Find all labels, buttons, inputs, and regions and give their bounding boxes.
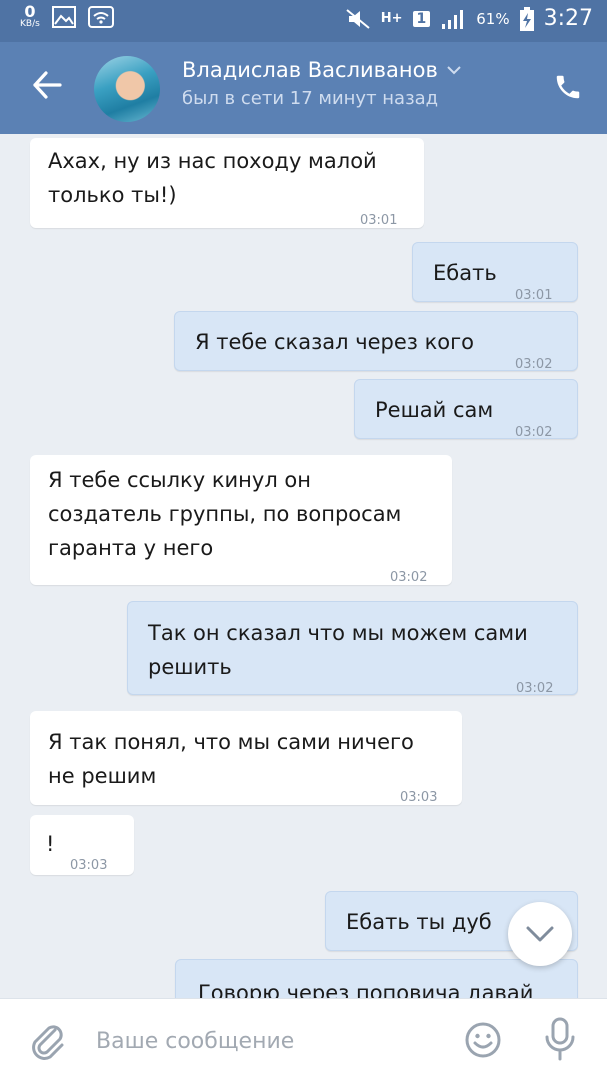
message-text: Я так понял, что мы сами ничего не решим — [48, 730, 414, 788]
message-text: Так он сказал что мы можем сами решить — [148, 621, 528, 679]
network-speed: 0 KB/s — [20, 4, 40, 29]
message-time: 03:03 — [400, 790, 438, 805]
message-incoming[interactable]: Ахах, ну из нас походу малой только ты!)… — [30, 138, 424, 228]
message-outgoing[interactable]: Решай сам 03:02 — [354, 379, 578, 440]
message-incoming[interactable]: Я тебе ссылку кинул он создатель группы,… — [30, 455, 452, 585]
message-outgoing[interactable]: Говорю через поповича давай — [175, 959, 578, 998]
message-input[interactable] — [96, 1023, 426, 1059]
message-incoming[interactable]: ! 03:03 — [30, 815, 134, 875]
message-outgoing[interactable]: Ебать 03:01 — [412, 242, 578, 303]
smiley-icon[interactable] — [464, 1021, 502, 1059]
message-list[interactable]: Ахах, ну из нас походу малой только ты!)… — [0, 134, 607, 998]
paperclip-icon[interactable] — [28, 1021, 68, 1061]
chevron-down-icon — [526, 926, 554, 942]
clock: 3:27 — [543, 6, 593, 31]
message-time: 03:02 — [516, 681, 554, 696]
message-composer — [0, 998, 607, 1080]
message-text: Ебать — [433, 261, 497, 285]
message-incoming[interactable]: Я так понял, что мы сами ничего не решим… — [30, 711, 462, 805]
message-text: Я тебе ссылку кинул он создатель группы,… — [48, 468, 402, 560]
message-time: 03:01 — [515, 288, 553, 303]
chat-header: Владислав Васливанов был в сети 17 минут… — [0, 42, 607, 134]
mute-icon — [346, 8, 370, 29]
chevron-down-icon — [447, 66, 461, 75]
last-seen-status: был в сети 17 минут назад — [182, 88, 439, 109]
message-text: Говорю через поповича давай — [198, 981, 534, 998]
message-time: 03:02 — [515, 357, 553, 372]
battery-charging-icon — [519, 6, 534, 31]
message-time: 03:03 — [70, 858, 108, 873]
message-outgoing[interactable]: Так он сказал что мы можем сами решить 0… — [127, 601, 578, 696]
battery-percent: 61% — [476, 9, 510, 28]
message-time: 03:01 — [360, 213, 398, 228]
sim-badge: 1 — [412, 10, 431, 27]
network-type: H+ — [380, 11, 403, 26]
phone-icon[interactable] — [553, 72, 583, 102]
signal-icon — [442, 9, 464, 29]
arrow-left-icon[interactable] — [30, 68, 64, 102]
message-text: Ахах, ну из нас походу малой только ты!) — [48, 149, 377, 207]
speed-value: 0 — [24, 2, 36, 21]
chat-title[interactable]: Владислав Васливанов был в сети 17 минут… — [182, 58, 462, 109]
avatar[interactable] — [94, 56, 160, 122]
message-outgoing[interactable]: Я тебе сказал через кого 03:02 — [174, 311, 578, 372]
scroll-down-button[interactable] — [508, 902, 572, 966]
microphone-icon[interactable] — [542, 1017, 578, 1061]
message-time: 03:02 — [515, 425, 553, 440]
wifi-icon — [87, 5, 114, 28]
status-bar: 0 KB/s H+ 1 61% 3:27 — [0, 0, 607, 42]
message-time: 03:02 — [390, 570, 428, 585]
speed-unit: KB/s — [20, 19, 40, 29]
gallery-icon — [51, 5, 76, 28]
contact-name: Владислав Васливанов — [182, 58, 438, 82]
